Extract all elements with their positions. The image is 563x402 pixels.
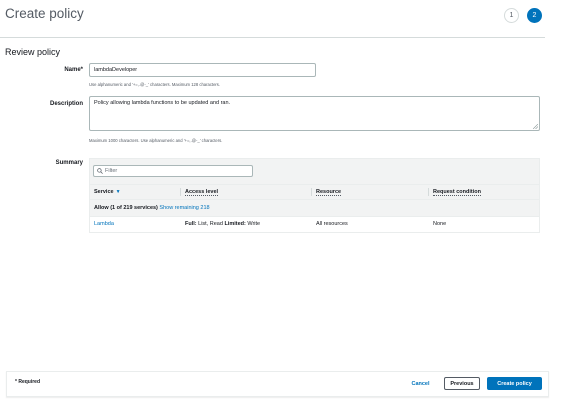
show-remaining-link[interactable]: Show remaining 218	[159, 205, 209, 211]
resize-handle-icon[interactable]	[533, 124, 538, 129]
section-title: Review policy	[5, 47, 61, 57]
name-field[interactable]: lambdaDeveloper	[89, 63, 316, 77]
create-policy-button[interactable]: Create policy	[487, 377, 542, 390]
filter-input[interactable]: Filter	[93, 165, 253, 177]
column-header-request-condition: Request condition	[433, 189, 481, 196]
service-link-lambda[interactable]: Lambda	[90, 217, 180, 232]
resource-cell: All resources	[316, 221, 348, 227]
sort-caret-icon: ▼	[115, 189, 121, 195]
step-2-indicator: 2	[527, 8, 542, 23]
name-hint: Use alphanumeric and '+=,.@-_' character…	[89, 82, 221, 87]
request-condition-cell: None	[433, 221, 447, 227]
description-text: Policy allowing lambda functions to be u…	[94, 100, 231, 106]
description-field[interactable]: Policy allowing lambda functions to be u…	[89, 96, 540, 131]
search-icon	[97, 168, 103, 174]
table-row: Lambda Full: List, Read Limited: Write A…	[90, 216, 539, 232]
header-divider	[0, 37, 545, 38]
description-hint: Maximum 1000 characters. Use alphanumeri…	[89, 138, 223, 143]
allow-group-text: Allow (1 of 219 services)	[94, 205, 158, 211]
table-header: Service ▼ Access level Resource Request c…	[90, 184, 539, 199]
description-label: Description	[49, 101, 83, 107]
previous-button[interactable]: Previous	[444, 377, 480, 390]
summary-label: Summary	[55, 160, 83, 166]
summary-table: Filter Service ▼ Access level Resource Re…	[89, 158, 540, 233]
filter-placeholder: Filter	[105, 168, 118, 174]
column-header-resource: Resource	[316, 189, 342, 196]
footer-bar: * Required Cancel Previous Create policy	[6, 371, 549, 397]
name-label: Name*	[64, 67, 83, 73]
filter-bar: Filter	[90, 159, 539, 184]
required-note: * Required	[15, 379, 41, 385]
page-title: Create policy	[5, 6, 84, 21]
cancel-button[interactable]: Cancel	[405, 377, 436, 390]
column-header-service[interactable]: Service ▼	[90, 185, 180, 199]
access-level-cell: Full: List, Read Limited: Write	[185, 221, 261, 227]
column-header-access-level: Access level	[185, 189, 219, 196]
allow-group-row: Allow (1 of 219 services) Show remaining…	[90, 199, 539, 216]
step-1-indicator[interactable]: 1	[504, 8, 519, 23]
